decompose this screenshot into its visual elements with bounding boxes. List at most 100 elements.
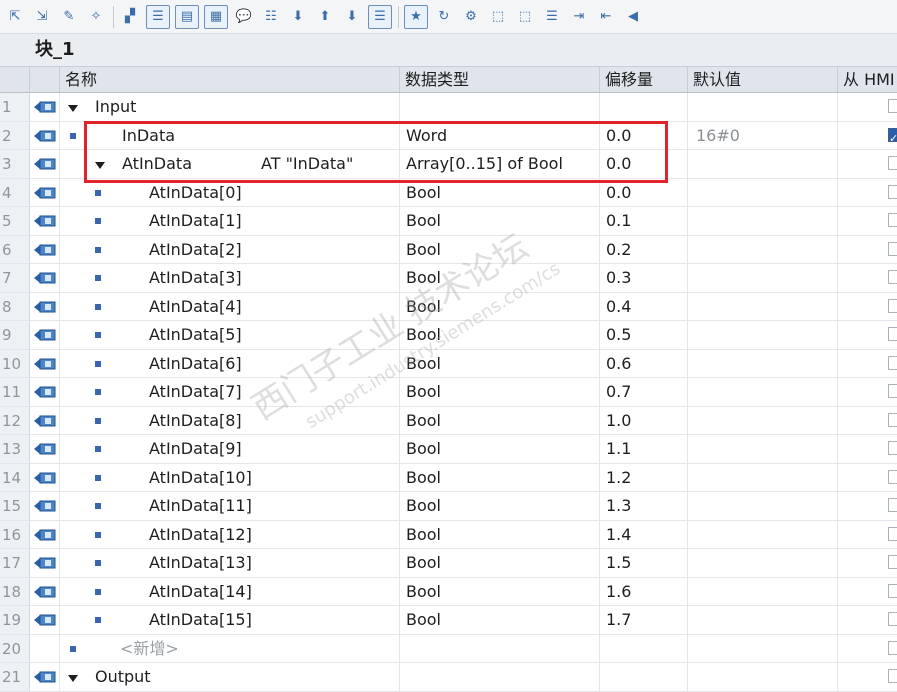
data-type-cell[interactable] (400, 93, 600, 122)
table-row[interactable]: 7 AtInData[3] Bool 0.3 (0, 264, 897, 293)
data-type-cell[interactable]: Bool (400, 207, 600, 236)
data-type-cell[interactable]: Bool (400, 577, 600, 606)
name-cell[interactable]: AtInData[11] (60, 492, 400, 521)
data-type-cell[interactable]: Bool (400, 549, 600, 578)
name-cell[interactable]: AtInData[8] (60, 406, 400, 435)
hmi-checkbox[interactable] (888, 640, 897, 655)
data-type-cell[interactable]: Bool (400, 492, 600, 521)
data-type-cell[interactable] (400, 663, 600, 692)
hmi-checkbox[interactable] (888, 612, 897, 626)
toggle-comment-icon[interactable]: 💬 (233, 6, 255, 28)
default-value-cell[interactable] (688, 634, 838, 663)
expand-triangle-icon[interactable] (95, 162, 105, 169)
default-value-cell[interactable] (688, 150, 838, 179)
table-row[interactable]: 12 AtInData[8] Bool 1.0 (0, 406, 897, 435)
import-icon[interactable]: ⬇ (287, 6, 309, 28)
clear-icon[interactable]: ✧ (85, 6, 107, 28)
name-cell[interactable]: AtInData[6] (60, 349, 400, 378)
insert-row-below-icon[interactable]: ⇲ (31, 6, 53, 28)
insert-row-icon[interactable]: ⇱ (4, 6, 26, 28)
header-name[interactable]: 名称 (60, 67, 400, 92)
default-value-cell[interactable] (688, 93, 838, 122)
table-row[interactable]: 15 AtInData[11] Bool 1.3 (0, 492, 897, 521)
default-value-cell[interactable] (688, 549, 838, 578)
hmi-checkbox[interactable] (888, 526, 897, 541)
data-type-cell[interactable]: Array[0..15] of Bool (400, 150, 600, 179)
hmi-checkbox[interactable] (888, 298, 897, 313)
table-row[interactable]: 8 AtInData[4] Bool 0.4 (0, 292, 897, 321)
monitor-icon[interactable]: ↻ (433, 6, 455, 28)
back-icon[interactable]: ◀ (622, 6, 644, 28)
setpoint-icon[interactable]: ⬚ (514, 6, 536, 28)
default-value-cell[interactable] (688, 178, 838, 207)
name-cell[interactable]: AtInData AT "InData" (60, 150, 400, 179)
default-value-cell[interactable] (688, 435, 838, 464)
table-row[interactable]: 13 AtInData[9] Bool 1.1 (0, 435, 897, 464)
favorites-icon[interactable]: ☰ (368, 4, 392, 29)
snapshot-icon[interactable]: ⬚ (487, 6, 509, 28)
table-row[interactable]: 11 AtInData[7] Bool 0.7 (0, 378, 897, 407)
data-type-cell[interactable] (400, 634, 600, 663)
data-type-cell[interactable]: Bool (400, 235, 600, 264)
name-cell[interactable]: AtInData[12] (60, 520, 400, 549)
data-type-cell[interactable]: Bool (400, 520, 600, 549)
name-cell[interactable]: AtInData[9] (60, 435, 400, 464)
table-row[interactable]: 19 AtInData[15] Bool 1.7 (0, 606, 897, 635)
table-row[interactable]: 14 AtInData[10] Bool 1.2 (0, 463, 897, 492)
name-cell[interactable]: AtInData[13] (60, 549, 400, 578)
table-row[interactable]: 3 AtInData AT "InData" Array[0..15] of Bool… (0, 150, 897, 179)
default-value-cell[interactable] (688, 349, 838, 378)
hmi-checkbox[interactable] (888, 669, 897, 683)
name-cell[interactable]: AtInData[0] (60, 178, 400, 207)
default-value-cell[interactable] (688, 663, 838, 692)
name-cell[interactable]: AtInData[4] (60, 292, 400, 321)
default-value-cell[interactable] (688, 406, 838, 435)
name-cell[interactable]: Input (60, 93, 400, 122)
collapse-all-icon[interactable]: ☰ (146, 4, 170, 29)
data-type-cell[interactable]: Bool (400, 292, 600, 321)
hmi-checkbox[interactable] (888, 241, 897, 256)
table-row[interactable]: 20 <新增> (0, 634, 897, 663)
name-cell[interactable]: InData (60, 121, 400, 150)
hmi-checkbox[interactable] (888, 213, 897, 227)
hmi-checkbox[interactable] (888, 384, 897, 398)
name-cell[interactable]: AtInData[7] (60, 378, 400, 407)
data-type-cell[interactable]: Bool (400, 264, 600, 293)
name-cell[interactable]: <新增> (60, 634, 400, 663)
table-row[interactable]: 21 Output (0, 663, 897, 692)
hmi-checkbox[interactable] (888, 99, 897, 113)
default-value-cell[interactable] (688, 520, 838, 549)
zoom-icon[interactable]: ▞ (119, 6, 141, 28)
table-row[interactable]: 16 AtInData[12] Bool 1.4 (0, 520, 897, 549)
table-row[interactable]: 6 AtInData[2] Bool 0.2 (0, 235, 897, 264)
table-row[interactable]: 1 Input (0, 93, 897, 122)
default-value-cell[interactable] (688, 463, 838, 492)
hmi-checkbox[interactable] (888, 355, 897, 370)
name-cell[interactable]: Output (60, 663, 400, 692)
name-cell[interactable]: AtInData[5] (60, 321, 400, 350)
expand-all-icon[interactable]: ▤ (175, 4, 199, 29)
default-value-cell[interactable] (688, 577, 838, 606)
table-row[interactable]: 2 InData Word 0.0 16#0 (0, 121, 897, 150)
hmi-checkbox[interactable] (888, 270, 897, 284)
download-icon[interactable]: ⬆ (314, 6, 336, 28)
default-value-cell[interactable] (688, 264, 838, 293)
data-type-cell[interactable]: Bool (400, 606, 600, 635)
table-row[interactable]: 10 AtInData[6] Bool 0.6 (0, 349, 897, 378)
default-value-cell[interactable] (688, 378, 838, 407)
outdent-icon[interactable]: ⇤ (595, 6, 617, 28)
name-cell[interactable]: AtInData[10] (60, 463, 400, 492)
table-row[interactable]: 5 AtInData[1] Bool 0.1 (0, 207, 897, 236)
table-row[interactable]: 9 AtInData[5] Bool 0.5 (0, 321, 897, 350)
delete-row-icon[interactable]: ✎ (58, 6, 80, 28)
hmi-checkbox[interactable] (888, 469, 897, 484)
data-type-cell[interactable]: Bool (400, 378, 600, 407)
default-value-cell[interactable] (688, 207, 838, 236)
name-cell[interactable]: AtInData[1] (60, 207, 400, 236)
expand-triangle-icon[interactable] (68, 675, 78, 682)
copy-icon[interactable]: ☰ (541, 6, 563, 28)
hmi-checkbox[interactable] (888, 583, 897, 598)
data-type-cell[interactable]: Bool (400, 435, 600, 464)
default-value-cell[interactable] (688, 321, 838, 350)
name-cell[interactable]: AtInData[14] (60, 577, 400, 606)
